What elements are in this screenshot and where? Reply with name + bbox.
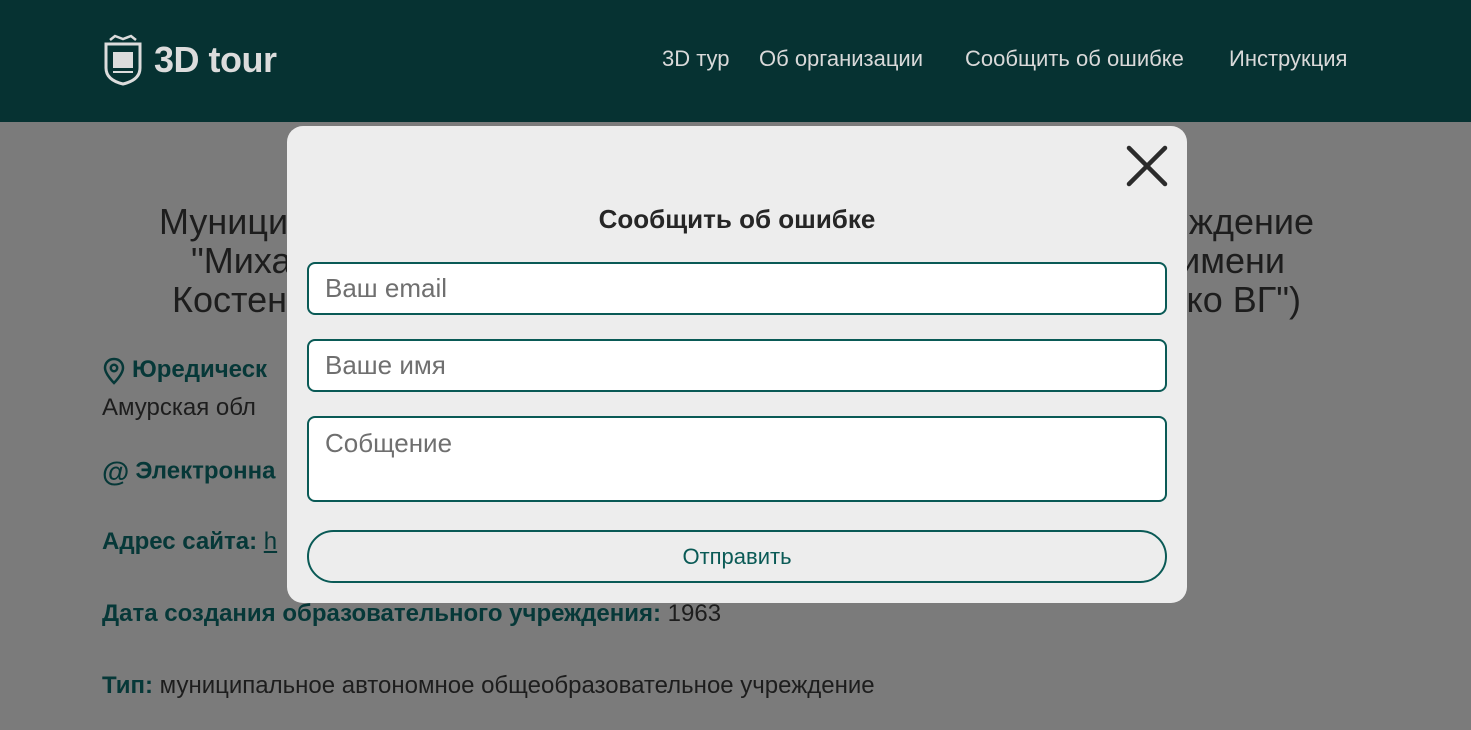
modal-title: Сообщить об ошибке [598, 204, 876, 234]
email-label: Электронна [135, 457, 276, 485]
site-label: Адрес сайта: [102, 528, 258, 555]
location-pin-icon [103, 357, 125, 385]
site-header: 3D tour 3D тур Об организации Сообщить о… [0, 0, 1471, 122]
main-nav: 3D тур Об организации Сообщить об ошибке… [0, 46, 1471, 76]
legal-address-row: Юредическ [102, 356, 267, 385]
site-row: Адрес сайта: h [102, 528, 277, 556]
date-label: Дата создания образовательного учреждени… [102, 600, 661, 627]
legal-address-label: Юредическ [132, 356, 268, 383]
name-field[interactable] [307, 339, 1167, 392]
message-field[interactable] [307, 416, 1167, 502]
nav-item-instructions[interactable]: Инструкция [1229, 46, 1347, 72]
email-row: @ Электронна [102, 456, 276, 488]
title-line-3-right: ко ВГ") [1186, 279, 1301, 320]
title-line-2-right: имени [1180, 240, 1285, 281]
type-value: муниципальное автономное общеобразовател… [159, 672, 875, 699]
date-value: 1963 [667, 600, 722, 627]
nav-item-report-error[interactable]: Сообщить об ошибке [965, 46, 1184, 72]
title-line-1-left: Муници [159, 201, 289, 242]
submit-button[interactable]: Отправить [307, 530, 1167, 583]
legal-address-value: Амурская обл [102, 394, 256, 421]
nav-item-about[interactable]: Об организации [759, 46, 923, 72]
title-line-1-right: ждение [1188, 201, 1314, 242]
report-error-modal: Сообщить об ошибке Отправить [287, 126, 1187, 603]
at-icon: @ [102, 456, 130, 487]
date-row: Дата создания образовательного учреждени… [102, 600, 721, 628]
email-field[interactable] [307, 262, 1167, 315]
nav-item-3d-tour[interactable]: 3D тур [662, 46, 730, 72]
close-icon[interactable] [1125, 144, 1169, 188]
title-line-3-left: Костен [172, 279, 287, 320]
type-label: Тип: [102, 672, 153, 699]
type-row: Тип: муниципальное автономное общеобразо… [102, 672, 875, 700]
site-link[interactable]: h [264, 528, 277, 555]
title-line-2-left: "Миха [191, 240, 292, 281]
